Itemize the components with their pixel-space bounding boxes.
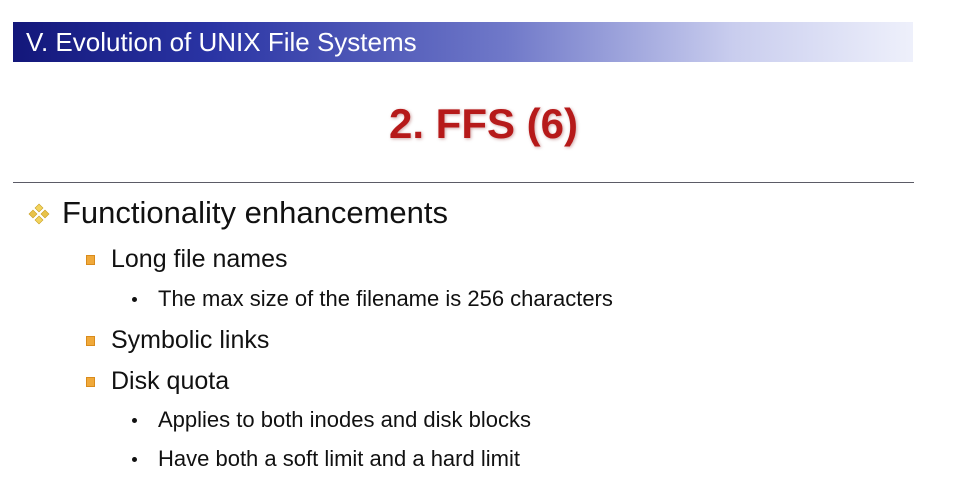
four-diamond-bullet-icon	[28, 203, 50, 225]
long-file-names-label: Long file names	[111, 245, 288, 273]
section-header-bar: V. Evolution of UNIX File Systems	[13, 22, 913, 62]
inodes-disk-blocks-text: Applies to both inodes and disk blocks	[158, 407, 532, 432]
square-bullet-icon	[86, 377, 95, 387]
dot-bullet-icon	[132, 457, 137, 462]
slide-title: 2. FFS (6)	[388, 100, 579, 147]
filename-max-size-text: The max size of the filename is 256 char…	[158, 286, 613, 311]
square-bullet-icon	[86, 255, 95, 265]
functionality-heading: Functionality enhancements	[62, 195, 449, 230]
symbolic-links-label: Symbolic links	[111, 326, 270, 354]
dot-bullet-icon	[132, 297, 137, 302]
title-divider	[13, 182, 914, 183]
dot-bullet-icon	[132, 418, 137, 423]
disk-quota-label: Disk quota	[111, 367, 230, 395]
square-bullet-icon	[86, 336, 95, 346]
section-header-title: V. Evolution of UNIX File Systems	[26, 27, 417, 57]
soft-hard-limit-text: Have both a soft limit and a hard limit	[158, 446, 520, 471]
